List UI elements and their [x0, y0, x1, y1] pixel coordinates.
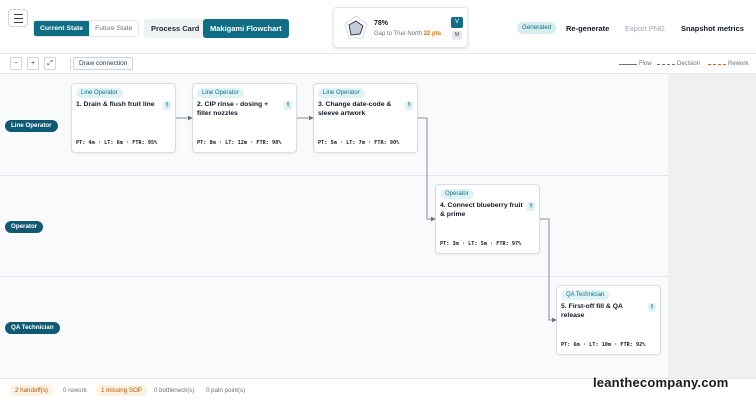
lane-divider [0, 276, 668, 277]
state-toggle: Current State Future State [33, 20, 140, 37]
process-step-card[interactable]: Operator 4. Connect blueberry fruit & pr… [435, 184, 540, 254]
rework-count: 0 rework [63, 387, 87, 394]
true-north-score-card[interactable]: 78% Gap to True North 22 pts V M [333, 7, 468, 48]
score-m-badge: M [452, 31, 462, 40]
hamburger-menu-icon[interactable] [8, 9, 28, 27]
step-metrics: PT: 5m · LT: 7m · FTR: 90% [318, 140, 400, 146]
bottleneck-count: 0 bottleneck(s) [154, 387, 195, 394]
process-step-card[interactable]: Line Operator 1. Drain & flush fruit lin… [71, 83, 176, 153]
tab-process-card[interactable]: Process Card [144, 19, 207, 38]
watermark: leanthecompany.com [593, 375, 729, 390]
decision-legend-line [657, 64, 675, 65]
lane-label-qa-technician: QA Technician [5, 322, 60, 334]
role-tag: QA Technician [561, 290, 610, 300]
step-title: 2. CIP rinse - dosing + filler nozzles [197, 101, 269, 117]
score-percent: 78% [374, 20, 389, 27]
export-png-button[interactable]: Export PNG [625, 24, 665, 33]
draw-connection-button[interactable]: Draw connection [73, 57, 134, 70]
lane-label-line-operator: Line Operator [5, 120, 58, 132]
zoom-in-button[interactable]: + [27, 57, 39, 70]
generated-badge: Generated [517, 22, 557, 34]
step-title: 3. Change date-code & sleeve artwork [318, 101, 392, 117]
flow-legend-line [619, 64, 637, 65]
role-tag: Operator [440, 189, 474, 199]
rework-legend-line [708, 64, 726, 65]
radar-chart-icon [344, 15, 368, 39]
legend-decision: Decision [677, 61, 701, 67]
sop-icon[interactable]: § [405, 101, 413, 110]
lane-divider [0, 175, 668, 176]
fit-view-icon[interactable]: ⤢ [44, 57, 56, 70]
sop-icon[interactable]: § [648, 303, 656, 312]
gap-to-true-north: Gap to True North 22 pts [374, 31, 442, 37]
current-state-button[interactable]: Current State [34, 21, 90, 36]
tab-makigami-flowchart[interactable]: Makigami Flowchart [203, 19, 289, 38]
regenerate-button[interactable]: Re-generate [566, 24, 609, 33]
step-metrics: PT: 6m · LT: 10m · FTR: 92% [561, 342, 646, 348]
step-metrics: PT: 3m · LT: 5m · FTR: 97% [440, 241, 522, 247]
process-step-card[interactable]: QA Technician 5. First-off fill & QA rel… [556, 285, 661, 355]
step-title: 4. Connect blueberry fruit & prime [440, 202, 523, 218]
legend-rework: Rework [728, 61, 749, 67]
process-step-card[interactable]: Line Operator 3. Change date-code & slee… [313, 83, 418, 153]
sop-icon[interactable]: § [163, 101, 171, 110]
pain-point-count: 0 pain point(s) [206, 387, 246, 394]
makigami-app: Current State Future State Process Card … [0, 0, 756, 401]
step-metrics: PT: 8m · LT: 12m · FTR: 98% [197, 140, 282, 146]
future-state-button[interactable]: Future State [89, 21, 139, 36]
role-tag: Line Operator [318, 88, 365, 98]
canvas-toolbar: − + ⤢ Draw connection Flow Decision Rewo… [0, 54, 756, 74]
flowchart-canvas[interactable]: Line Operator Operator QA Technician Lin… [0, 74, 668, 378]
handoffs-badge: 2 handoff(s) [10, 385, 53, 396]
sop-icon[interactable]: § [284, 101, 292, 110]
role-tag: Line Operator [76, 88, 123, 98]
top-bar: Current State Future State Process Card … [0, 0, 756, 54]
right-side-panel [668, 74, 756, 378]
legend-flow: Flow [639, 61, 652, 67]
zoom-out-button[interactable]: − [10, 57, 22, 70]
sop-icon[interactable]: § [527, 202, 535, 211]
snapshot-metrics-button[interactable]: Snapshot metrics [681, 24, 744, 33]
step-title: 5. First-off fill & QA release [561, 303, 623, 319]
step-title: 1. Drain & flush fruit line [76, 101, 155, 108]
missing-sop-badge: 1 missing SOP [96, 385, 147, 396]
process-step-card[interactable]: Line Operator 2. CIP rinse - dosing + fi… [192, 83, 297, 153]
lane-label-operator: Operator [5, 221, 44, 233]
score-v-badge: V [451, 17, 463, 28]
toolbar-divider [70, 58, 71, 70]
role-tag: Line Operator [197, 88, 244, 98]
step-metrics: PT: 4m · LT: 6m · FTR: 95% [76, 140, 158, 146]
